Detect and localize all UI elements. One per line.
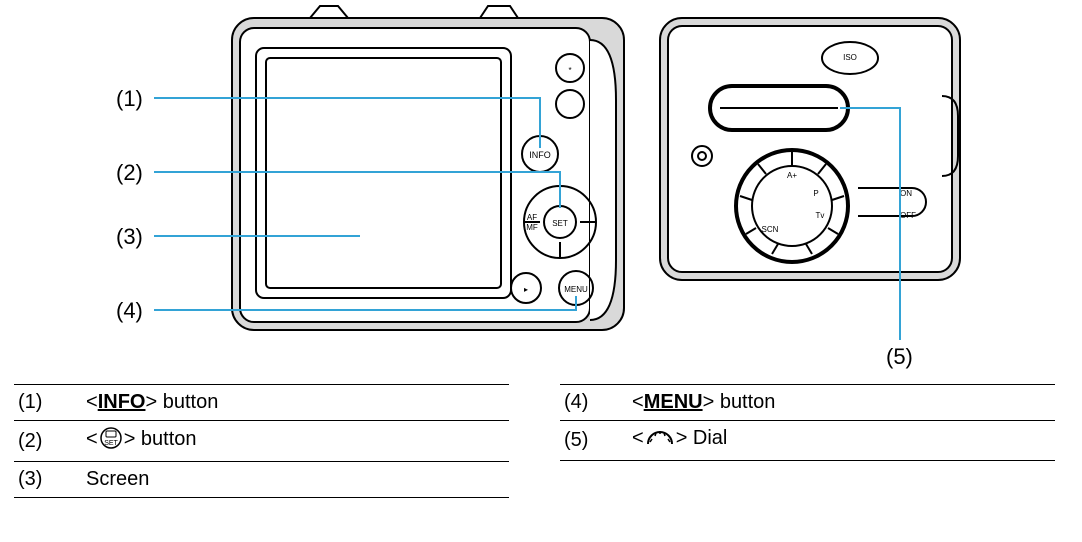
q-set-icon: SET bbox=[100, 427, 122, 455]
camera-back-illustration: * INFO SET AF MF ▸ MENU bbox=[232, 6, 624, 330]
dial-icon bbox=[646, 428, 674, 454]
callout-2: (2) bbox=[116, 160, 143, 185]
svg-text:MENU: MENU bbox=[564, 285, 588, 294]
legend-row: (5) <> Dial bbox=[560, 421, 1055, 461]
svg-text:Tv: Tv bbox=[816, 211, 825, 220]
svg-text:P: P bbox=[813, 189, 818, 198]
svg-text:SET: SET bbox=[104, 440, 118, 447]
info-button-label: INFO bbox=[529, 150, 551, 160]
callout-1: (1) bbox=[116, 86, 143, 111]
callout-3: (3) bbox=[116, 224, 143, 249]
legend-row: (2) <SET> button bbox=[14, 421, 509, 462]
ael-button-label: * bbox=[568, 66, 571, 75]
legend-left: (1) <INFO> button (2) <SET> button (3) S… bbox=[14, 384, 509, 498]
camera-top-illustration: ISO A+ SCN P Tv bbox=[660, 18, 960, 280]
svg-text:SET: SET bbox=[552, 219, 568, 228]
svg-text:MF: MF bbox=[526, 223, 538, 232]
svg-text:A+: A+ bbox=[787, 171, 797, 180]
diagram-canvas: * INFO SET AF MF ▸ MENU ISO bbox=[0, 0, 1082, 380]
legend-row: (3) Screen bbox=[14, 462, 509, 498]
legend-right: (4) <MENU> button (5) <> Dial bbox=[560, 384, 1055, 461]
svg-text:SCN: SCN bbox=[762, 225, 779, 234]
callout-5: (5) bbox=[886, 344, 913, 369]
callout-4: (4) bbox=[116, 298, 143, 323]
svg-text:AF: AF bbox=[527, 213, 537, 222]
legend-row: (1) <INFO> button bbox=[14, 385, 509, 421]
svg-text:ISO: ISO bbox=[843, 53, 857, 62]
svg-text:▸: ▸ bbox=[524, 285, 528, 294]
svg-text:ON: ON bbox=[900, 189, 912, 198]
svg-text:OFF: OFF bbox=[900, 211, 916, 220]
legend-row: (4) <MENU> button bbox=[560, 385, 1055, 421]
